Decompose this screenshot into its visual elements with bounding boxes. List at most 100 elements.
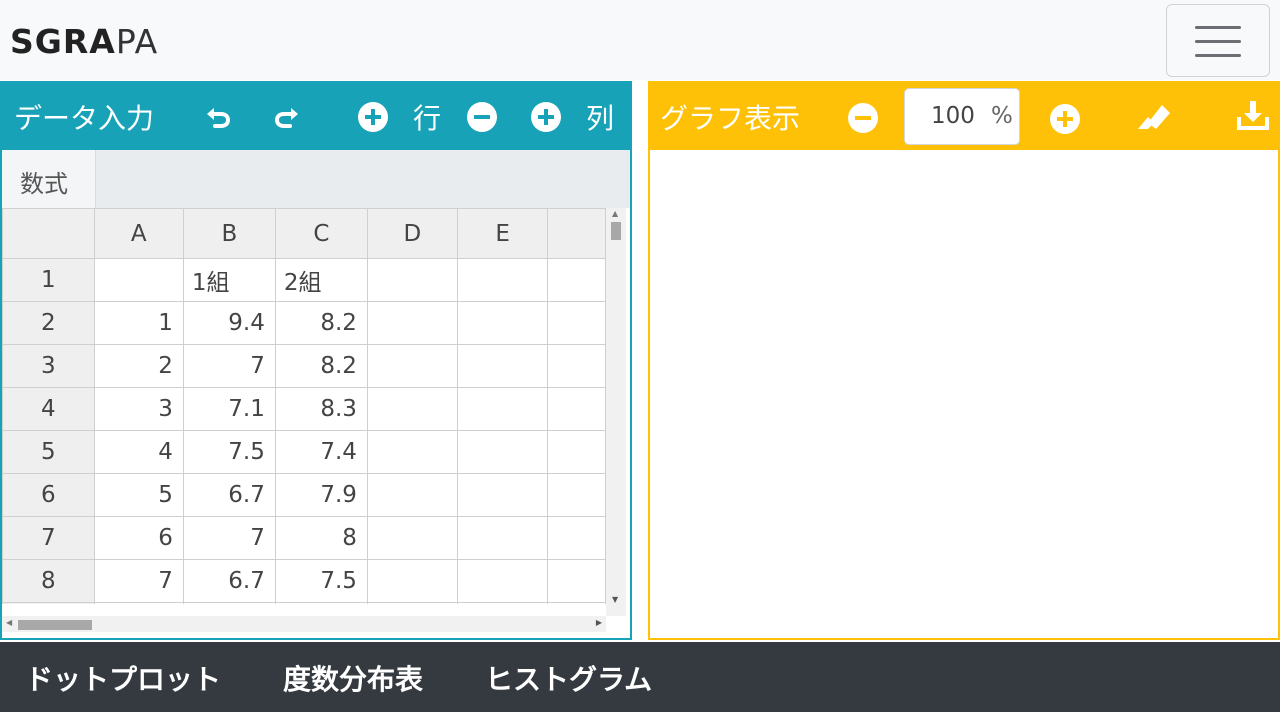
undo-icon[interactable] [204, 102, 232, 130]
cell[interactable] [366, 430, 458, 474]
cell[interactable]: 8.2 [274, 301, 368, 345]
cell[interactable]: 7.5 [182, 430, 276, 474]
cell[interactable]: 6.7 [182, 559, 276, 603]
scroll-left-icon[interactable]: ◀ [6, 618, 12, 627]
cell[interactable] [93, 258, 184, 302]
cell[interactable]: 1 [93, 301, 184, 345]
cell[interactable] [547, 258, 606, 302]
column-header[interactable]: D [366, 208, 458, 259]
scroll-up-icon[interactable]: ▲ [612, 209, 618, 218]
cell[interactable] [274, 602, 368, 604]
tab-dot-plot[interactable]: ドットプロット [25, 658, 221, 698]
scroll-down-icon[interactable]: ▼ [612, 595, 618, 604]
cell[interactable] [366, 344, 458, 388]
cell[interactable]: 7.4 [274, 430, 368, 474]
row-header[interactable]: 3 [2, 344, 95, 388]
cell[interactable]: 7 [93, 559, 184, 603]
horizontal-scrollbar[interactable]: ◀ ▶ [2, 616, 606, 632]
add-row-icon[interactable] [358, 102, 388, 132]
cell[interactable] [547, 473, 606, 517]
vertical-scroll-thumb[interactable] [611, 222, 621, 240]
table-row: 5 4 7.5 7.4 [2, 430, 606, 474]
cell[interactable] [547, 387, 606, 431]
cell[interactable] [456, 430, 549, 474]
row-header[interactable]: 1 [2, 258, 95, 302]
hamburger-menu-button[interactable] [1166, 4, 1270, 77]
column-header[interactable] [547, 208, 606, 259]
data-input-title: データ入力 [14, 102, 155, 135]
vertical-scrollbar[interactable]: ▲ ▼ [606, 208, 626, 616]
column-label: 列 [586, 102, 615, 135]
cell[interactable]: 7.9 [274, 473, 368, 517]
row-header[interactable]: 2 [2, 301, 95, 345]
cell[interactable]: 2組 [274, 258, 368, 302]
cell[interactable] [366, 559, 458, 603]
cell[interactable] [547, 516, 606, 560]
cell[interactable]: 2 [93, 344, 184, 388]
cell[interactable]: 8.3 [274, 387, 368, 431]
row-header[interactable]: 7 [2, 516, 95, 560]
cell[interactable]: 7.1 [182, 387, 276, 431]
cell[interactable] [456, 387, 549, 431]
cell[interactable]: 5 [93, 473, 184, 517]
app-logo[interactable]: SGRAPA [10, 22, 158, 61]
formula-bar[interactable]: 数式 [2, 150, 630, 208]
column-header[interactable]: B [182, 208, 276, 259]
row-header[interactable]: 4 [2, 387, 95, 431]
row-header[interactable]: 5 [2, 430, 95, 474]
cell[interactable] [366, 516, 458, 560]
add-column-icon[interactable] [531, 102, 561, 132]
corner-cell[interactable] [2, 208, 95, 259]
cell[interactable] [366, 387, 458, 431]
row-header[interactable]: 6 [2, 473, 95, 517]
redo-icon[interactable] [273, 102, 301, 130]
cell[interactable] [456, 559, 549, 603]
cell[interactable] [547, 301, 606, 345]
cell[interactable]: 3 [93, 387, 184, 431]
column-header[interactable]: E [456, 208, 549, 259]
zoom-input[interactable]: 100 % [904, 88, 1020, 145]
zoom-out-icon[interactable] [848, 103, 878, 133]
cell[interactable] [366, 258, 458, 302]
cell[interactable]: 7 [182, 344, 276, 388]
cell[interactable] [456, 344, 549, 388]
cell[interactable]: 8.2 [274, 344, 368, 388]
formula-label: 数式 [2, 150, 96, 208]
cell[interactable]: 6.7 [182, 473, 276, 517]
cell[interactable] [547, 344, 606, 388]
download-icon[interactable] [1236, 99, 1270, 131]
cell[interactable]: 4 [93, 430, 184, 474]
cell[interactable]: 7.5 [274, 559, 368, 603]
zoom-in-icon[interactable] [1050, 104, 1080, 134]
cell[interactable] [547, 602, 606, 604]
remove-row-icon[interactable] [467, 102, 497, 132]
tab-histogram[interactable]: ヒストグラム [485, 658, 652, 698]
cell[interactable] [366, 602, 458, 604]
cell[interactable] [182, 602, 276, 604]
cell[interactable]: 9.4 [182, 301, 276, 345]
cell[interactable] [366, 473, 458, 517]
cell[interactable] [547, 559, 606, 603]
column-header[interactable]: C [274, 208, 368, 259]
cell[interactable] [366, 301, 458, 345]
scroll-right-icon[interactable]: ▶ [596, 618, 602, 627]
cell[interactable] [456, 301, 549, 345]
cell[interactable] [456, 602, 549, 604]
cell[interactable] [456, 473, 549, 517]
horizontal-scroll-thumb[interactable] [18, 620, 92, 630]
column-header[interactable]: A [93, 208, 184, 259]
row-header[interactable]: 8 [2, 559, 95, 603]
cell[interactable]: 7 [182, 516, 276, 560]
cell[interactable]: 8 [274, 516, 368, 560]
cell[interactable] [456, 258, 549, 302]
row-header[interactable] [2, 602, 95, 604]
cell[interactable] [456, 516, 549, 560]
cell[interactable]: 1組 [182, 258, 276, 302]
tab-frequency-table[interactable]: 度数分布表 [283, 658, 423, 698]
cell[interactable] [547, 430, 606, 474]
spreadsheet-grid[interactable]: A B C D E 1 1組 2組 2 1 9.4 8.2 3 2 7 8.2 … [2, 208, 606, 604]
cell[interactable] [93, 602, 184, 604]
eraser-icon[interactable] [1134, 99, 1170, 131]
cell[interactable]: 6 [93, 516, 184, 560]
graph-canvas[interactable] [650, 150, 1278, 638]
